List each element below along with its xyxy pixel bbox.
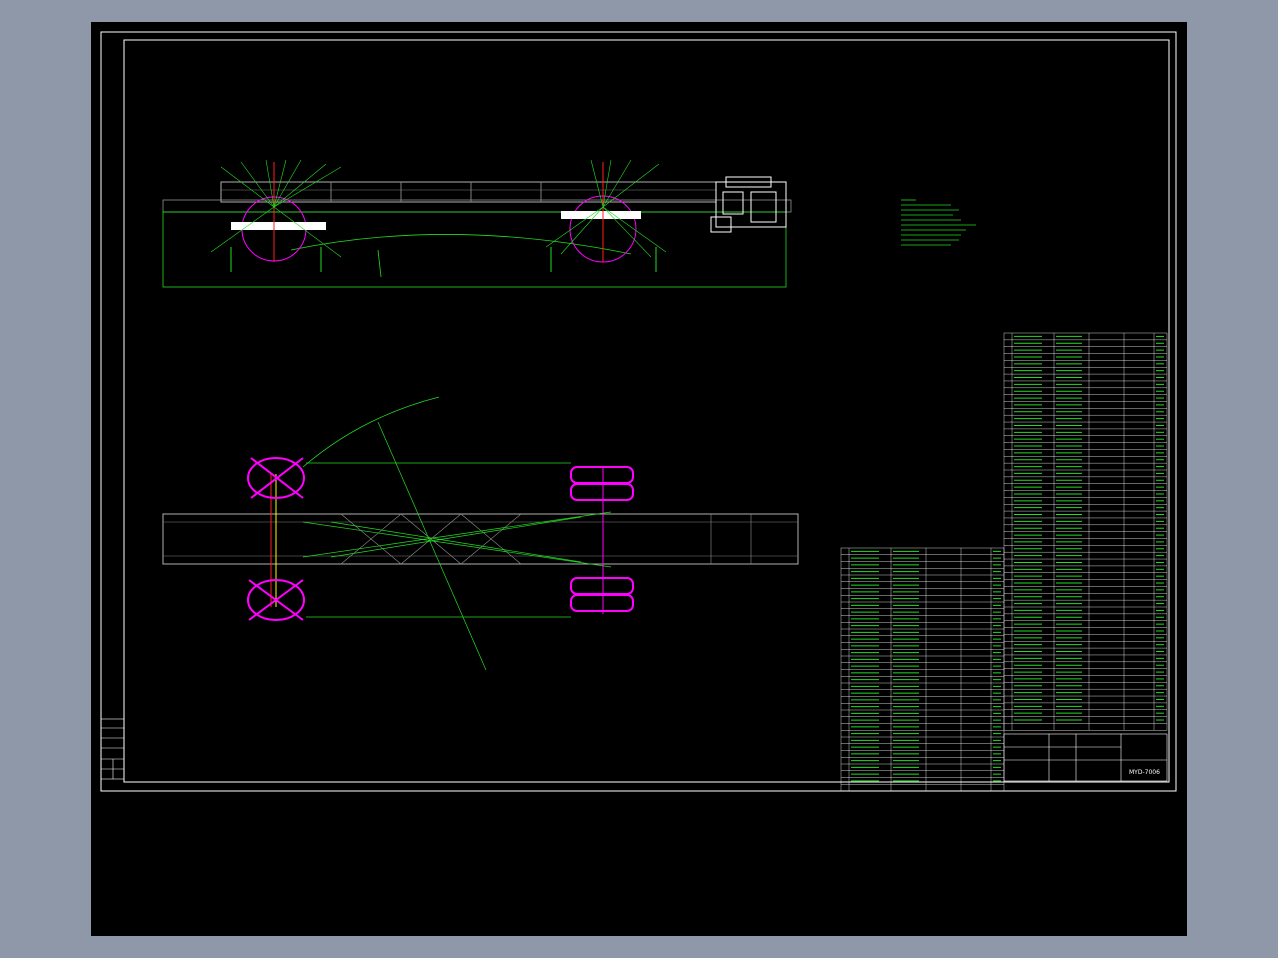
plan-frame — [162, 513, 799, 565]
chassis-assembly-drawing: MYD-7006 — [100, 31, 1177, 792]
front-leaf-spring — [231, 222, 326, 230]
tech-notes — [901, 199, 976, 246]
rear-right-wheels — [570, 577, 634, 612]
plan-view — [162, 396, 799, 671]
drawing-canvas[interactable]: MYD-7006 — [91, 22, 1187, 936]
left-margin-table — [100, 718, 125, 780]
side-view — [162, 159, 976, 288]
parts-list-right — [1003, 332, 1168, 731]
inner-frame — [123, 39, 1170, 783]
side-leader-lines — [210, 159, 667, 258]
turning-arc-side — [290, 234, 632, 255]
side-frame-rail — [220, 181, 717, 203]
drawing-number: MYD-7006 — [1129, 769, 1160, 776]
engine-block — [710, 176, 787, 233]
rear-leaf-spring — [561, 211, 641, 219]
plan-dimensions — [302, 396, 612, 671]
rear-left-wheels — [570, 466, 634, 501]
parts-list-left — [840, 547, 1005, 792]
